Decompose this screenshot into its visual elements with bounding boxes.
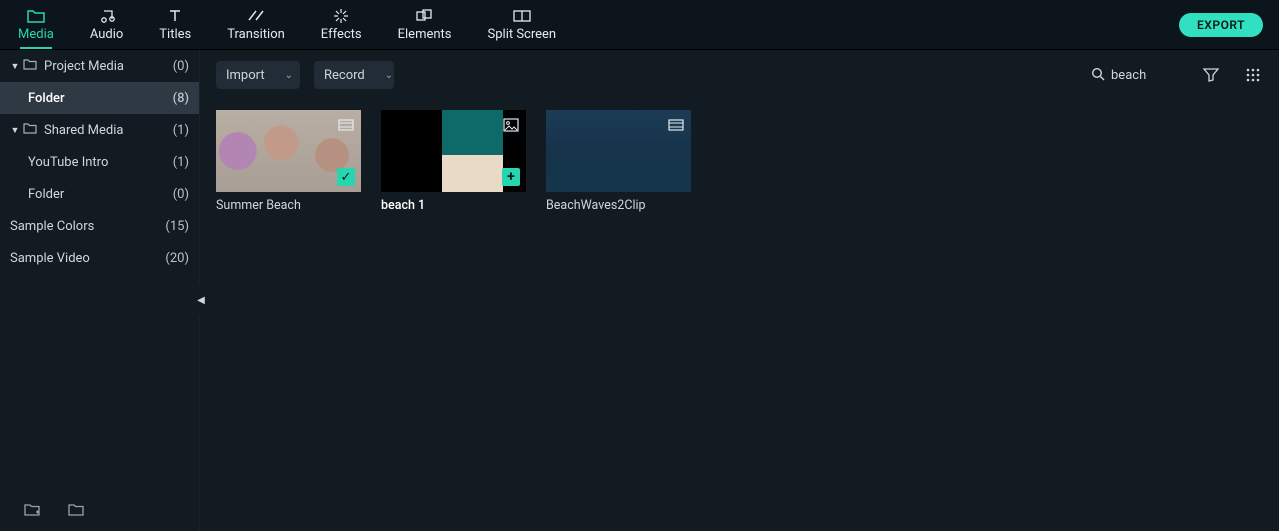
tab-media[interactable]: Media [0,0,72,49]
media-card[interactable]: BeachWaves2Clip [546,110,691,213]
tab-transition[interactable]: Transition [209,0,303,49]
sidebar-footer [0,489,199,531]
sidebar-item-count: (1) [173,123,189,138]
content-panel: Import ⌄ Record ⌄ [200,50,1279,531]
sidebar-item-folder[interactable]: Folder (8) [0,82,199,114]
chevron-down-icon: ⌄ [285,70,293,81]
music-icon [99,7,115,25]
sidebar: ▼ Project Media (0) Folder (8) ▼ Shared … [0,50,200,531]
sidebar-item-count: (0) [173,59,189,74]
chevron-down-icon: ▼ [10,61,20,72]
sidebar-item-label: Sample Colors [10,219,165,234]
thumbnail: ✓ [216,110,361,192]
new-folder-icon[interactable] [24,501,40,520]
sidebar-item-count: (8) [173,91,189,106]
transition-icon [247,7,265,25]
folder-icon [22,123,38,138]
top-toolbar: Media Audio Titles Transition Effects [0,0,1279,50]
sidebar-item-label: Project Media [44,59,173,74]
folder-icon [27,7,45,25]
video-type-icon [337,116,355,134]
media-card-title: beach 1 [381,198,526,213]
grid-view-button[interactable] [1239,61,1267,89]
export-button[interactable]: EXPORT [1179,13,1263,37]
media-card-title: Summer Beach [216,198,361,213]
thumb-part [381,110,442,192]
grid-icon [1246,68,1260,82]
search-field[interactable] [1083,61,1183,89]
record-label: Record [324,68,365,83]
sidebar-item-shared-media[interactable]: ▼ Shared Media (1) [0,114,199,146]
sidebar-item-label: Folder [28,187,173,202]
text-icon [168,7,182,25]
sparkle-icon [333,7,349,25]
media-card-title: BeachWaves2Clip [546,198,691,213]
tab-label: Split Screen [488,27,557,42]
tab-titles[interactable]: Titles [141,0,209,49]
chevron-down-icon: ▼ [10,125,20,136]
thumbnail: + [381,110,526,192]
media-grid: ✓ Summer Beach + beach 1 [200,100,1279,223]
tab-label: Transition [227,27,285,42]
sidebar-item-label: YouTube Intro [28,155,173,170]
tab-elements[interactable]: Elements [380,0,470,49]
shapes-icon [416,7,434,25]
filter-icon [1203,68,1219,82]
tab-split-screen[interactable]: Split Screen [470,0,575,49]
sidebar-item-sample-colors[interactable]: Sample Colors (15) [0,210,199,242]
collapse-sidebar-button[interactable]: ◀ [195,285,207,315]
media-card[interactable]: + beach 1 [381,110,526,213]
sidebar-item-count: (20) [165,251,189,266]
sidebar-item-youtube-intro[interactable]: YouTube Intro (1) [0,146,199,178]
tab-label: Titles [159,27,191,42]
tab-audio[interactable]: Audio [72,0,141,49]
add-to-timeline-button[interactable]: + [502,168,520,186]
sidebar-list: ▼ Project Media (0) Folder (8) ▼ Shared … [0,50,199,489]
search-icon [1091,66,1105,85]
image-type-icon [502,116,520,134]
import-label: Import [226,68,265,83]
record-dropdown[interactable]: Record ⌄ [314,61,394,89]
chevron-down-icon: ⌄ [385,70,393,81]
sidebar-item-label: Folder [28,91,173,106]
folder-icon [22,59,38,74]
checkmark-icon: ✓ [337,168,355,186]
video-type-icon [667,116,685,134]
tab-label: Media [18,27,54,42]
sidebar-item-count: (1) [173,155,189,170]
content-toolbar: Import ⌄ Record ⌄ [200,50,1279,100]
thumb-part [442,110,503,192]
import-dropdown[interactable]: Import ⌄ [216,61,300,89]
search-input[interactable] [1111,68,1175,83]
tab-label: Elements [398,27,452,42]
sidebar-item-sample-video[interactable]: Sample Video (20) [0,242,199,274]
folder-icon[interactable] [68,501,84,520]
tab-effects[interactable]: Effects [303,0,380,49]
filter-button[interactable] [1197,61,1225,89]
top-tabs: Media Audio Titles Transition Effects [0,0,574,49]
sidebar-item-label: Sample Video [10,251,165,266]
sidebar-item-folder-2[interactable]: Folder (0) [0,178,199,210]
tab-label: Effects [321,27,362,42]
main-area: ▼ Project Media (0) Folder (8) ▼ Shared … [0,50,1279,531]
splitscreen-icon [513,7,531,25]
sidebar-item-project-media[interactable]: ▼ Project Media (0) [0,50,199,82]
tab-label: Audio [90,27,123,42]
thumbnail [546,110,691,192]
sidebar-item-label: Shared Media [44,123,173,138]
sidebar-item-count: (15) [165,219,189,234]
sidebar-item-count: (0) [173,187,189,202]
media-card[interactable]: ✓ Summer Beach [216,110,361,213]
